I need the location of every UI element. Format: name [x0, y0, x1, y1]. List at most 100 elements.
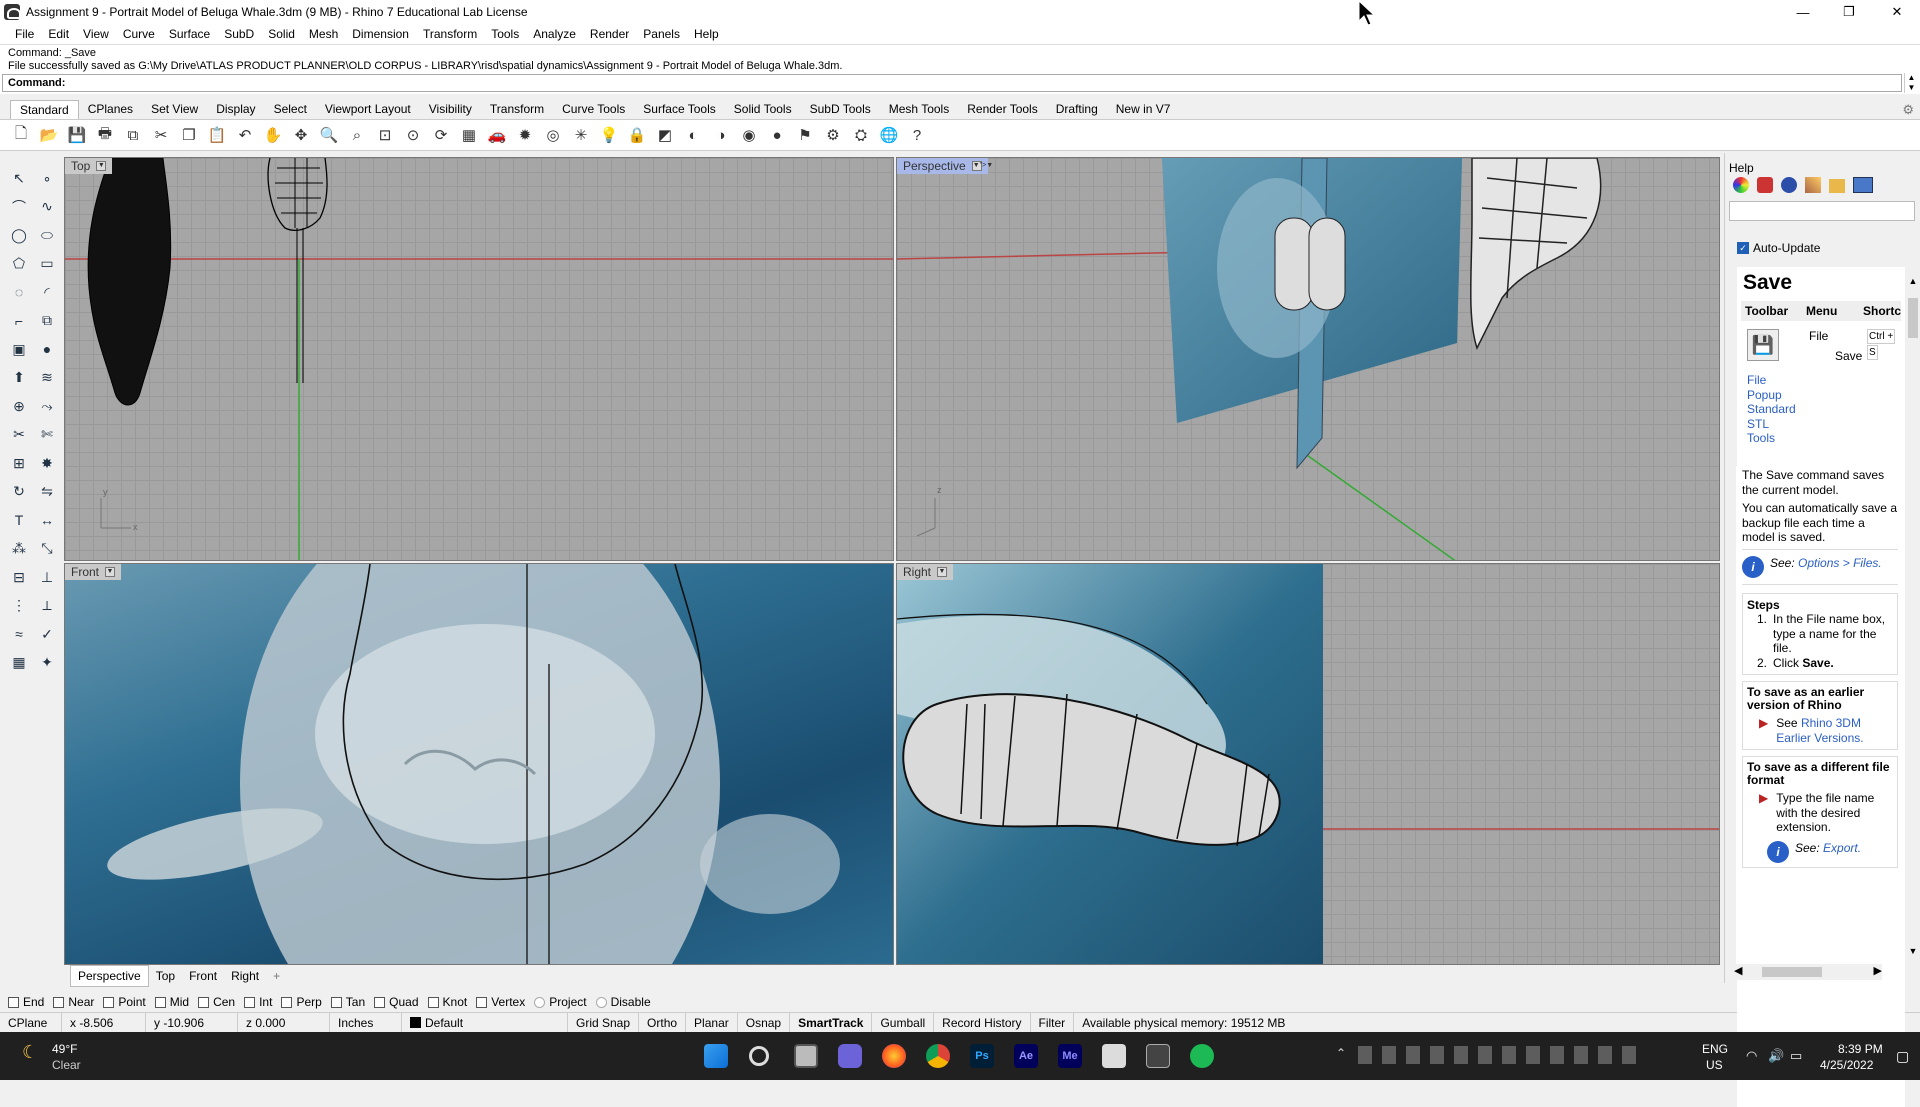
osnap-point[interactable]: Point	[103, 995, 146, 1009]
options-link[interactable]: Options > Files.	[1798, 556, 1882, 570]
checkbox[interactable]	[53, 996, 65, 1008]
battery-icon[interactable]: ▭	[1790, 1048, 1802, 1064]
sphere-icon[interactable]: ●	[766, 124, 788, 146]
grid-array-icon[interactable]: ⋮	[8, 595, 30, 617]
status-osnap[interactable]: Osnap	[738, 1012, 791, 1033]
tab-mesh-tools[interactable]: Mesh Tools	[880, 100, 958, 119]
boolean-icon[interactable]: ⊕	[8, 395, 30, 417]
ellipse-icon[interactable]: ⬭	[36, 224, 58, 246]
menu-tools[interactable]: Tools	[484, 27, 526, 41]
checkbox[interactable]	[154, 996, 166, 1008]
curve-icon[interactable]: ∿	[36, 196, 58, 218]
search-icon[interactable]	[749, 1046, 769, 1066]
mesh-icon[interactable]: ▦	[8, 652, 30, 674]
chevron-left-icon[interactable]: ◀	[1734, 964, 1742, 977]
zoom-icon[interactable]: 🔍	[318, 124, 340, 146]
chevron-down-icon[interactable]: ▼">▼	[971, 161, 993, 171]
scroll-thumb[interactable]	[1908, 298, 1918, 338]
auto-update-checkbox[interactable]: ✓ Auto-Update	[1737, 241, 1820, 255]
osnap-knot[interactable]: Knot	[427, 995, 467, 1009]
tools-icon[interactable]: ⛭	[850, 124, 872, 146]
pan-icon[interactable]: ✋	[262, 124, 284, 146]
osnap-perp[interactable]: Perp	[281, 995, 322, 1009]
weather-condition[interactable]: Clear	[52, 1058, 81, 1072]
viewport-label-front[interactable]: Front ▼	[65, 564, 122, 580]
mirror-icon[interactable]: ⇋	[36, 481, 58, 503]
tab-set-view[interactable]: Set View	[142, 100, 207, 119]
chevron-up-icon[interactable]: ▲	[1906, 276, 1920, 286]
checkbox[interactable]	[244, 996, 256, 1008]
sphere-icon[interactable]: ●	[36, 338, 58, 360]
tab-solid-tools[interactable]: Solid Tools	[725, 100, 801, 119]
add-viewport-tab[interactable]: +	[266, 966, 287, 986]
layer-icon[interactable]: ◩	[654, 124, 676, 146]
tab-cplanes[interactable]: CPlanes	[79, 100, 142, 119]
viewport-right[interactable]: Right ▼	[896, 563, 1720, 965]
move-icon[interactable]: ✥	[290, 124, 312, 146]
rhino-app-icon[interactable]	[4, 4, 21, 20]
material-icon[interactable]: ◑	[710, 124, 732, 146]
render-icon[interactable]: ◉	[738, 124, 760, 146]
firefox-icon[interactable]	[882, 1044, 906, 1068]
dimension-icon[interactable]: ↔	[36, 509, 58, 531]
app-window-icon[interactable]	[1102, 1044, 1126, 1068]
task-view-icon[interactable]	[794, 1044, 818, 1068]
polyline-icon[interactable]: ⌒	[8, 196, 30, 218]
lock-icon[interactable]: 🔒	[626, 124, 648, 146]
target-icon[interactable]: ◎	[542, 124, 564, 146]
checkbox[interactable]	[476, 996, 488, 1008]
check-icon[interactable]: ✓	[36, 623, 58, 645]
cut-icon[interactable]: ✂	[150, 124, 172, 146]
menu-surface[interactable]: Surface	[162, 27, 217, 41]
tab-standard[interactable]: Standard	[10, 100, 79, 119]
checkbox[interactable]	[198, 996, 210, 1008]
viewport-top[interactable]: Top ▼ y x	[64, 157, 894, 561]
checkbox[interactable]	[427, 996, 439, 1008]
circle-tool-icon[interactable]: ◌	[8, 281, 30, 303]
zoom-selected-icon[interactable]: ⊙	[402, 124, 424, 146]
menu-transform[interactable]: Transform	[416, 27, 484, 41]
highlight-icon[interactable]: ⚑	[794, 124, 816, 146]
rhino-taskbar-icon[interactable]	[1146, 1044, 1170, 1068]
toolbar-links[interactable]: File Popup Standard STL Tools	[1747, 373, 1796, 446]
layers-icon[interactable]	[1757, 177, 1773, 193]
car-icon[interactable]: 🚗	[486, 124, 508, 146]
tab-visibility[interactable]: Visibility	[420, 100, 481, 119]
box-icon[interactable]: ▣	[8, 338, 30, 360]
volume-icon[interactable]: 🔊	[1768, 1048, 1784, 1064]
after-effects-icon[interactable]: Ae	[1014, 1044, 1038, 1068]
system-tray-icons[interactable]	[1358, 1046, 1638, 1064]
osnap-end[interactable]: End	[8, 995, 44, 1009]
new-icon[interactable]: 🗋	[10, 124, 32, 146]
menu-solid[interactable]: Solid	[261, 27, 302, 41]
align-icon[interactable]: ⊥	[36, 566, 58, 588]
circle-icon[interactable]: ◯	[8, 224, 30, 246]
viewport-perspective[interactable]: Perspective ▼">▼ z	[896, 157, 1720, 561]
paste-icon[interactable]: 📋	[206, 124, 228, 146]
status-smarttrack[interactable]: SmartTrack	[790, 1012, 873, 1033]
tab-curve-tools[interactable]: Curve Tools	[553, 100, 634, 119]
polygon-icon[interactable]: ⬠	[8, 253, 30, 275]
status-cplane[interactable]: CPlane	[0, 1012, 62, 1033]
tab-transform[interactable]: Transform	[481, 100, 553, 119]
group-icon[interactable]: ⊟	[8, 566, 30, 588]
folder-icon[interactable]	[1829, 179, 1845, 193]
extrude-icon[interactable]: ⬆	[8, 367, 30, 389]
arc-icon[interactable]: ◜	[36, 281, 58, 303]
viewport-tab-front[interactable]: Front	[182, 966, 224, 986]
checkbox[interactable]	[281, 996, 293, 1008]
osnap-near[interactable]: Near	[53, 995, 94, 1009]
chevron-down-icon[interactable]: ▼	[937, 567, 948, 577]
status-layer[interactable]: Default	[402, 1012, 568, 1033]
status-record-history[interactable]: Record History	[934, 1012, 1031, 1033]
sweep-icon[interactable]: ⤳	[36, 395, 58, 417]
flow-icon[interactable]: ≈	[8, 623, 30, 645]
menu-subd[interactable]: SubD	[217, 27, 261, 41]
split-icon[interactable]: ✂	[8, 424, 30, 446]
rectangle-icon[interactable]: ▭	[36, 253, 58, 275]
media-encoder-icon[interactable]: Me	[1058, 1044, 1082, 1068]
rotate-view-icon[interactable]: ⟳	[430, 124, 452, 146]
command-input[interactable]: Command:	[2, 74, 1902, 92]
settings-icon[interactable]: ⚙	[822, 124, 844, 146]
copy-icon[interactable]: ❐	[178, 124, 200, 146]
